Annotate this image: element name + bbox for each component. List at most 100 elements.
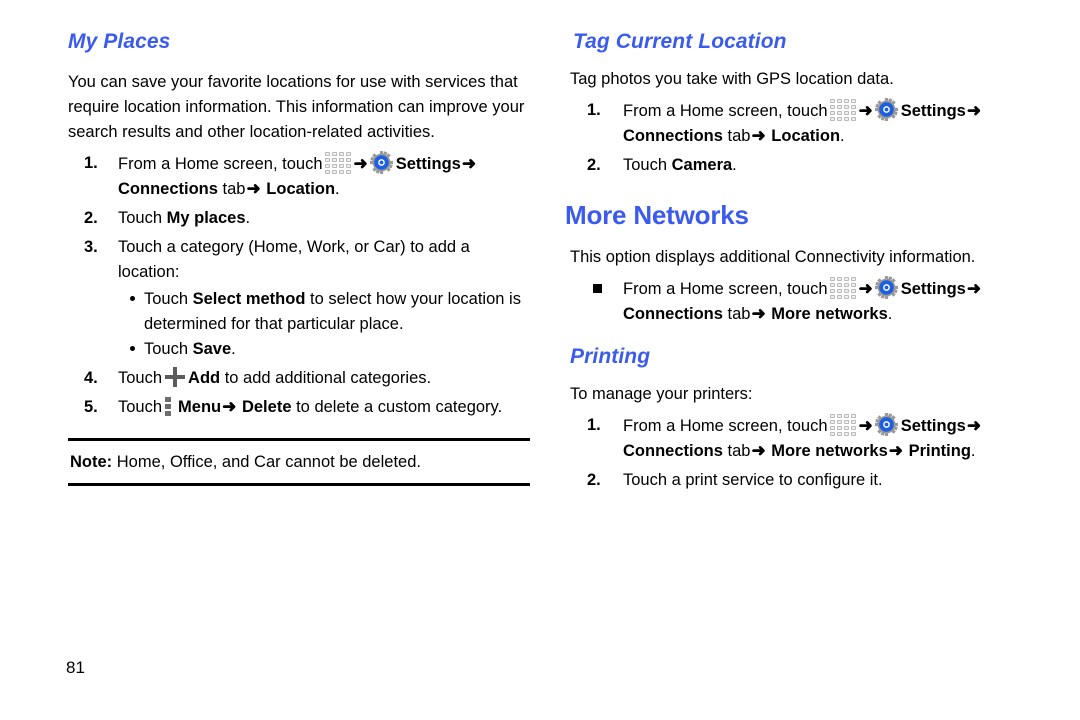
connections-tab-label: Connections — [623, 127, 723, 145]
more-networks-bullet-list: From a Home screen, touch ➜ Settings➜ Conn… — [565, 276, 1035, 327]
step-text-pre: Touch — [118, 398, 163, 416]
location-label: Location — [266, 180, 336, 198]
step-item: 5. Touch Menu➜ Delete to delete a custom c… — [60, 395, 530, 420]
printing-intro: To manage your printers: — [570, 385, 753, 403]
my-places-label: My places — [166, 209, 246, 227]
arrow-icon: ➜ — [751, 304, 766, 323]
arrow-icon: ➜ — [966, 101, 982, 120]
arrow-icon: ➜ — [858, 279, 873, 298]
step-text-pre: Touch — [118, 209, 163, 227]
step-number: 1. — [587, 416, 601, 434]
sub-bullet-item: Touch Select method to select how your l… — [130, 287, 530, 337]
period: . — [840, 127, 845, 145]
arrow-icon: ➜ — [461, 154, 477, 173]
period: . — [231, 340, 236, 358]
step-item: 2. Touch My places. — [60, 206, 530, 231]
page-number: 81 — [66, 658, 85, 677]
kebab-menu-icon[interactable] — [165, 396, 173, 416]
plus-icon[interactable] — [165, 367, 186, 387]
arrow-icon: ➜ — [222, 397, 237, 416]
step-number: 2. — [84, 209, 98, 227]
arrow-icon: ➜ — [888, 441, 903, 460]
settings-gear-icon[interactable] — [874, 413, 898, 436]
delete-label: Delete — [241, 398, 292, 416]
tag-current-location-steps-list: 1. From a Home screen, touch ➜ Settings➜ Co… — [565, 98, 1035, 178]
step-text-post: to delete a custom category. — [296, 398, 503, 416]
select-method-label: Select method — [192, 290, 306, 308]
period: . — [970, 442, 976, 460]
step-item: 2. Touch a print service to configure it. — [565, 468, 1035, 493]
arrow-icon: ➜ — [858, 101, 873, 120]
step-number: 2. — [587, 471, 601, 489]
arrow-icon: ➜ — [966, 279, 982, 298]
bullet-item: From a Home screen, touch ➜ Settings➜ Conn… — [565, 276, 1035, 327]
apps-grid-icon[interactable] — [829, 99, 856, 121]
step-number: 1. — [84, 154, 98, 172]
step-text-pre: From a Home screen, touch — [623, 417, 828, 435]
step-text-post: to add additional categories. — [224, 369, 432, 387]
apps-grid-icon[interactable] — [324, 152, 351, 174]
step-text-pre: Touch — [623, 156, 668, 174]
manual-page: My Places You can save your favorite loc… — [0, 0, 1080, 720]
two-column-layout: My Places You can save your favorite loc… — [0, 0, 1080, 497]
note-box: Note: Home, Office, and Car cannot be de… — [68, 438, 530, 486]
note-text: Home, Office, and Car cannot be deleted. — [116, 453, 421, 471]
section-heading-printing: Printing — [570, 345, 651, 368]
arrow-icon: ➜ — [751, 441, 766, 460]
my-places-steps-list: 1. From a Home screen, touch ➜ Settings➜ Co… — [60, 151, 530, 420]
bullet-text-pre: From a Home screen, touch — [623, 280, 828, 298]
step-text: Touch a category (Home, Work, or Car) to… — [118, 238, 470, 281]
section-heading-my-places: My Places — [68, 30, 171, 53]
apps-grid-icon[interactable] — [829, 414, 856, 436]
sub-bullet-pre: Touch — [144, 290, 189, 308]
tab-word: tab — [727, 305, 751, 323]
settings-label: Settings — [900, 102, 966, 120]
step-number: 1. — [587, 101, 601, 119]
settings-gear-icon[interactable] — [369, 151, 393, 174]
connections-tab-label: Connections — [118, 180, 218, 198]
step-text: Touch a print service to configure it. — [623, 471, 883, 489]
more-networks-label: More networks — [771, 442, 888, 460]
add-label: Add — [188, 369, 221, 387]
period: . — [245, 209, 251, 227]
arrow-icon: ➜ — [966, 416, 982, 435]
step-number: 4. — [84, 369, 98, 387]
step-item: 1. From a Home screen, touch ➜ Settings➜ Co… — [565, 98, 1035, 149]
settings-label: Settings — [395, 155, 461, 173]
arrow-icon: ➜ — [858, 416, 873, 435]
menu-label: Menu — [178, 398, 222, 416]
left-column: My Places You can save your favorite loc… — [60, 30, 530, 497]
step-item: 3. Touch a category (Home, Work, or Car) … — [60, 235, 530, 362]
arrow-icon: ➜ — [751, 126, 766, 145]
tag-current-location-intro: Tag photos you take with GPS location da… — [570, 70, 894, 88]
period: . — [732, 156, 737, 174]
step-number: 5. — [84, 398, 98, 416]
printing-steps-list: 1. From a Home screen, touch ➜ Settings➜ Co… — [565, 413, 1035, 493]
save-label: Save — [192, 340, 232, 358]
bullet-dot-icon — [130, 346, 135, 351]
sub-bullet-pre: Touch — [144, 340, 189, 358]
settings-gear-icon[interactable] — [874, 276, 898, 299]
more-networks-label: More networks — [771, 305, 888, 323]
more-networks-intro: This option displays additional Connecti… — [570, 248, 976, 266]
step-text-pre: From a Home screen, touch — [118, 155, 323, 173]
step-text-pre: Touch — [118, 369, 163, 387]
step-item: 1. From a Home screen, touch ➜ Settings➜ Co… — [60, 151, 530, 202]
settings-label: Settings — [900, 280, 966, 298]
my-places-intro-paragraph: You can save your favorite locations for… — [68, 73, 525, 141]
connections-tab-label: Connections — [623, 442, 723, 460]
step-number: 3. — [84, 238, 98, 256]
step-item: 4. Touch Add to add additional categories. — [60, 366, 530, 391]
square-bullet-icon — [593, 284, 602, 293]
right-column: Tag Current Location Tag photos you take… — [565, 30, 1035, 497]
apps-grid-icon[interactable] — [829, 277, 856, 299]
step-number: 2. — [587, 156, 601, 174]
section-heading-more-networks: More Networks — [565, 200, 749, 230]
location-label: Location — [771, 127, 841, 145]
sub-bullet-item: Touch Save. — [130, 337, 530, 362]
step-item: 2. Touch Camera. — [565, 153, 1035, 178]
connections-tab-label: Connections — [623, 305, 723, 323]
settings-label: Settings — [900, 417, 966, 435]
arrow-icon: ➜ — [246, 179, 261, 198]
settings-gear-icon[interactable] — [874, 98, 898, 121]
